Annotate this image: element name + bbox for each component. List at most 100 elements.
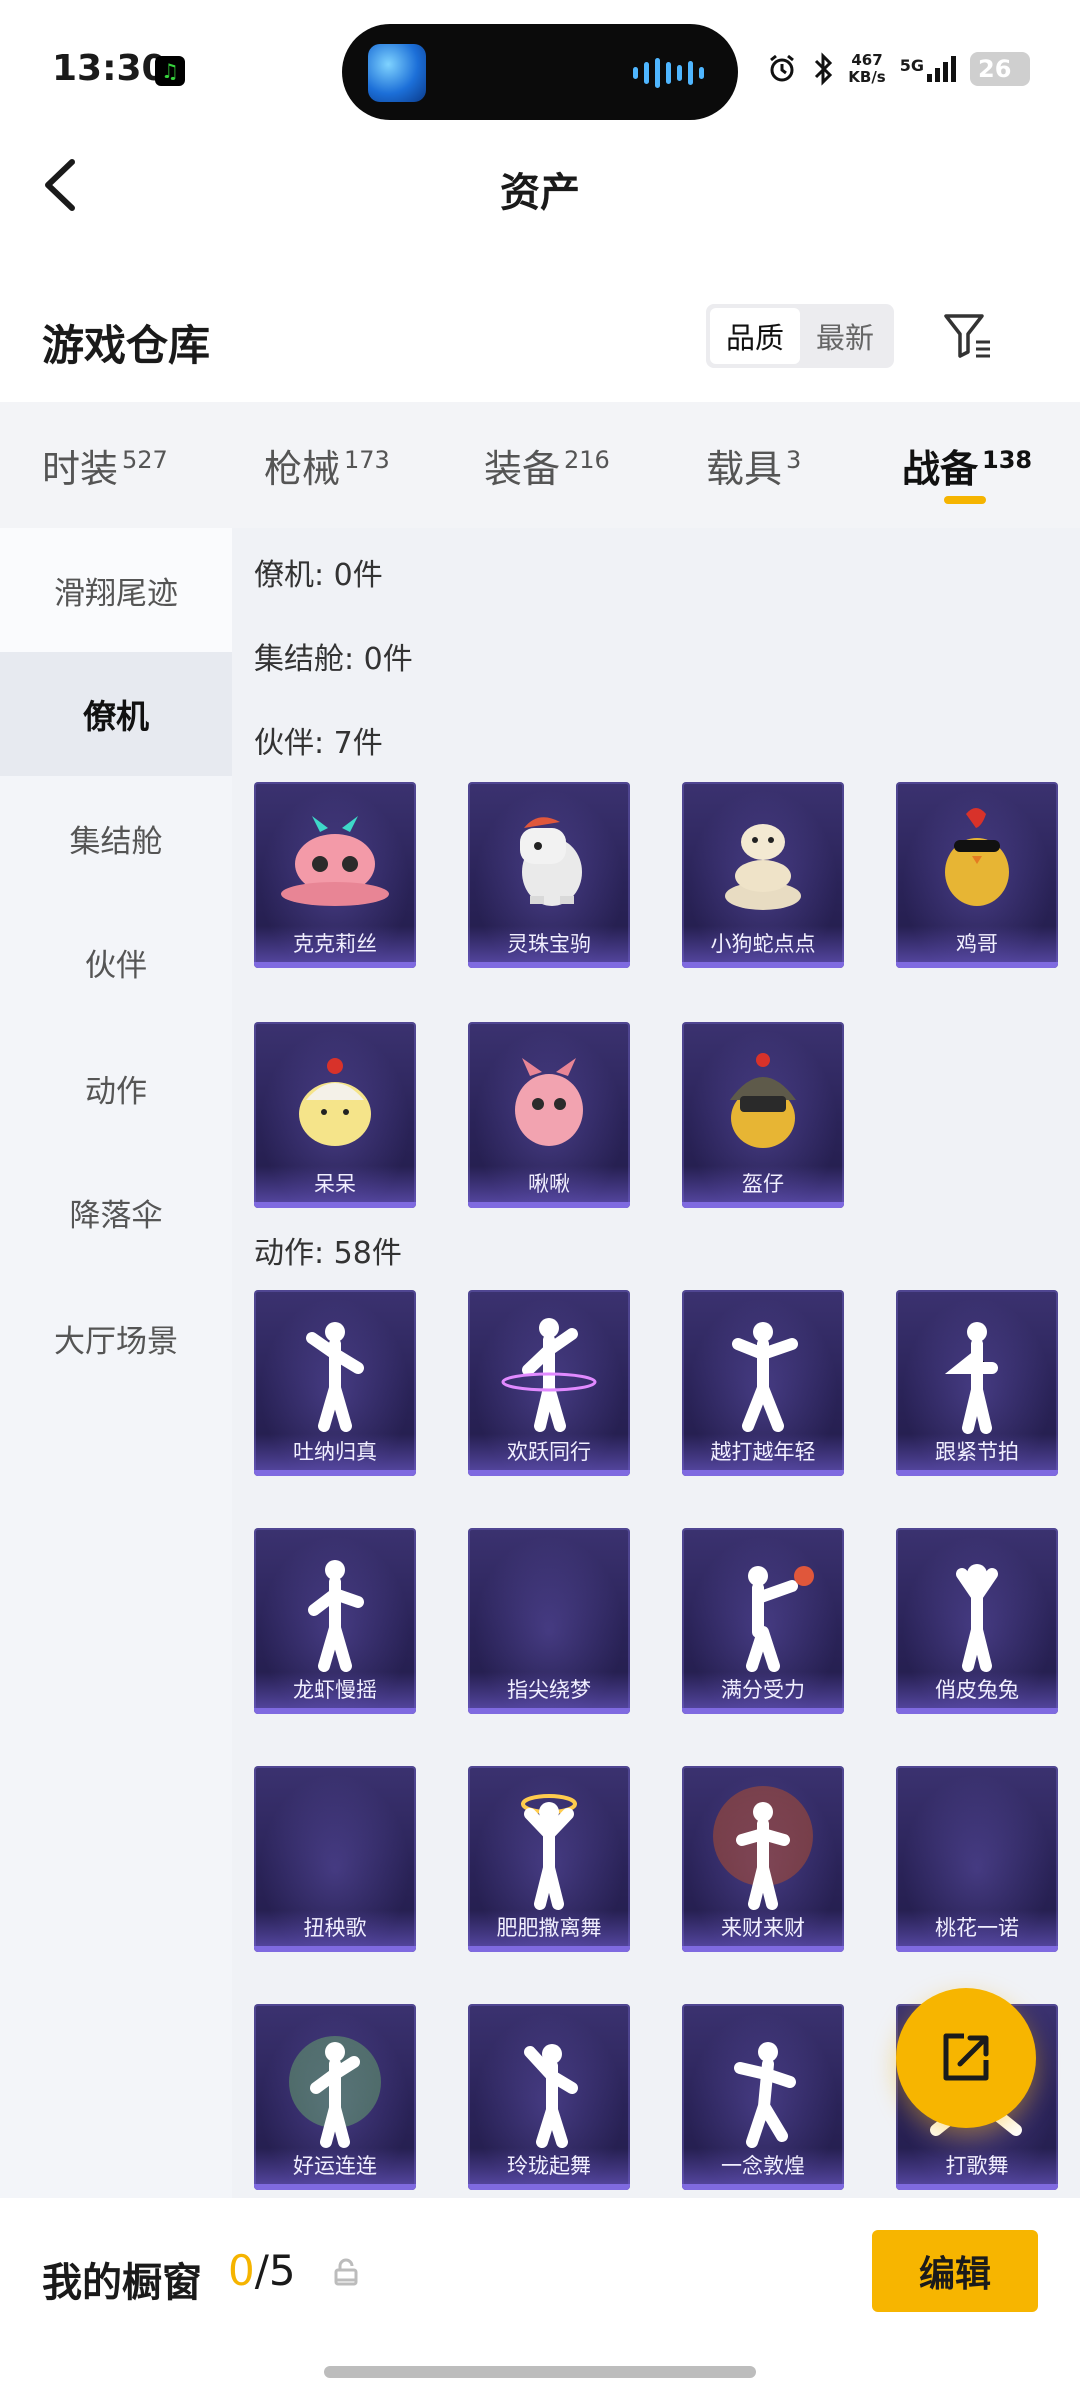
- action-card[interactable]: 吐纳归真: [254, 1290, 416, 1476]
- network-speed: 467 KB/s: [848, 52, 885, 86]
- showcase-count-total: /5: [254, 2246, 296, 2295]
- action-card[interactable]: 俏皮兔兔: [896, 1528, 1058, 1714]
- action-card[interactable]: 满分受力: [682, 1528, 844, 1714]
- share-button[interactable]: [896, 1988, 1036, 2128]
- card-rarity-bar: [896, 1708, 1058, 1714]
- card-rarity-bar: [682, 1946, 844, 1952]
- tab-label: 装备: [484, 447, 561, 491]
- partner-card[interactable]: 鸡哥: [896, 782, 1058, 968]
- card-rarity-bar: [682, 1202, 844, 1208]
- sort-toggle: 品质 最新: [706, 304, 894, 368]
- action-card[interactable]: 扭秧歌: [254, 1766, 416, 1952]
- card-rarity-bar: [896, 2184, 1058, 2190]
- tab-vehicles[interactable]: 载具 3: [706, 438, 801, 493]
- action-card[interactable]: 指尖绕梦: [468, 1528, 630, 1714]
- status-time: 13:30: [52, 48, 167, 89]
- card-rarity-bar: [254, 1946, 416, 1952]
- tab-guns[interactable]: 枪械 173: [264, 438, 390, 493]
- alarm-icon: [770, 54, 795, 82]
- tab-count: 138: [982, 446, 1033, 474]
- group-label-partner: 伙伴: 7件: [254, 726, 383, 761]
- home-indicator[interactable]: [324, 2366, 756, 2378]
- side-item-action[interactable]: 动作: [0, 1026, 232, 1150]
- card-label: 越打越年轻: [682, 1434, 844, 1470]
- tab-count: 3: [786, 446, 802, 474]
- sort-quality-button[interactable]: 品质: [710, 308, 800, 364]
- partner-card[interactable]: 克克莉丝: [254, 782, 416, 968]
- tab-combat-supplies[interactable]: 战备 138: [902, 438, 1032, 493]
- card-label: 玲珑起舞: [468, 2148, 630, 2184]
- bluetooth-icon: [815, 52, 833, 86]
- card-label: 来财来财: [682, 1910, 844, 1946]
- card-label: 盔仔: [682, 1166, 844, 1202]
- card-rarity-bar: [468, 1470, 630, 1476]
- action-card[interactable]: 玲珑起舞: [468, 2004, 630, 2190]
- side-item-lobby-scene[interactable]: 大厅场景: [0, 1276, 232, 1400]
- showcase-count: 0/5: [228, 2246, 296, 2295]
- dancer-figure-image: [732, 1322, 798, 1432]
- tab-label: 载具: [706, 447, 783, 491]
- active-tab-indicator: [944, 496, 986, 504]
- section-title: 游戏仓库: [42, 321, 211, 370]
- action-card[interactable]: 越打越年轻: [682, 1290, 844, 1476]
- card-rarity-bar: [254, 962, 416, 968]
- partner-card[interactable]: 盔仔: [682, 1022, 844, 1208]
- dancer-figure-image: [746, 1566, 814, 1672]
- card-rarity-bar: [468, 1946, 630, 1952]
- showcase-count-current: 0: [228, 2246, 255, 2295]
- action-card[interactable]: 桃花一诺: [896, 1766, 1058, 1952]
- side-item-partner[interactable]: 伙伴: [0, 900, 232, 1024]
- side-item-rally-pod[interactable]: 集结舱: [0, 776, 232, 900]
- card-label: 啾啾: [468, 1166, 630, 1202]
- card-label: 桃花一诺: [896, 1910, 1058, 1946]
- card-label: 龙虾慢摇: [254, 1672, 416, 1708]
- action-card[interactable]: 欢跃同行: [468, 1290, 630, 1476]
- card-rarity-bar: [468, 1202, 630, 1208]
- card-label: 一念敦煌: [682, 2148, 844, 2184]
- tab-equipment[interactable]: 装备 216: [484, 438, 610, 493]
- partner-card[interactable]: 灵珠宝驹: [468, 782, 630, 968]
- card-label: 吐纳归真: [254, 1434, 416, 1470]
- action-card[interactable]: 龙虾慢摇: [254, 1528, 416, 1714]
- partner-card[interactable]: 呆呆: [254, 1022, 416, 1208]
- tab-label: 时装: [42, 447, 119, 491]
- dancer-figure-image: [713, 1786, 813, 1910]
- side-item-parachute[interactable]: 降落伞: [0, 1150, 232, 1274]
- card-label: 克克莉丝: [254, 926, 416, 962]
- category-tabs: 时装 527 枪械 173 装备 216 载具 3 战备 138: [0, 402, 1080, 528]
- partner-card[interactable]: 啾啾: [468, 1022, 630, 1208]
- card-label: 指尖绕梦: [468, 1672, 630, 1708]
- warehouse-header: 游戏仓库 品质 最新: [0, 300, 1080, 380]
- card-rarity-bar: [682, 962, 844, 968]
- card-rarity-bar: [254, 2184, 416, 2190]
- pink-bird-partner-image: [515, 1058, 583, 1146]
- action-card[interactable]: 肥肥撒离舞: [468, 1766, 630, 1952]
- side-item-glide-trail[interactable]: 滑翔尾迹: [0, 528, 232, 652]
- network-speed-unit: KB/s: [848, 68, 886, 86]
- dancer-figure-image: [524, 2044, 578, 2148]
- action-card[interactable]: 来财来财: [682, 1766, 844, 1952]
- card-rarity-bar: [468, 962, 630, 968]
- dancer-figure-image: [308, 1560, 364, 1672]
- card-rarity-bar: [896, 962, 1058, 968]
- share-external-icon: [943, 2033, 989, 2081]
- octopus-partner-image: [281, 816, 389, 906]
- network-type: 5G: [899, 56, 924, 75]
- card-rarity-bar: [254, 1470, 416, 1476]
- edit-button[interactable]: 编辑: [872, 2230, 1038, 2312]
- sort-newest-button[interactable]: 最新: [800, 308, 890, 364]
- item-content: 僚机: 0件 集结舱: 0件 伙伴: 7件 动作: 58件 克克莉丝 灵珠宝驹 …: [232, 528, 1080, 2198]
- action-card[interactable]: 跟紧节拍: [896, 1290, 1058, 1476]
- tab-fashion[interactable]: 时装 527: [42, 438, 168, 493]
- tab-label: 枪械: [264, 447, 341, 491]
- partner-card[interactable]: 小狗蛇点点: [682, 782, 844, 968]
- action-card[interactable]: 一念敦煌: [682, 2004, 844, 2190]
- card-label: 欢跃同行: [468, 1434, 630, 1470]
- action-card[interactable]: 好运连连: [254, 2004, 416, 2190]
- side-item-wingman[interactable]: 僚机: [0, 652, 232, 776]
- filter-icon[interactable]: [940, 308, 996, 364]
- group-label-action: 动作: 58件: [254, 1236, 402, 1271]
- group-label-wingman: 僚机: 0件: [254, 558, 383, 593]
- dynamic-island[interactable]: [342, 24, 738, 120]
- horse-partner-image: [520, 817, 582, 906]
